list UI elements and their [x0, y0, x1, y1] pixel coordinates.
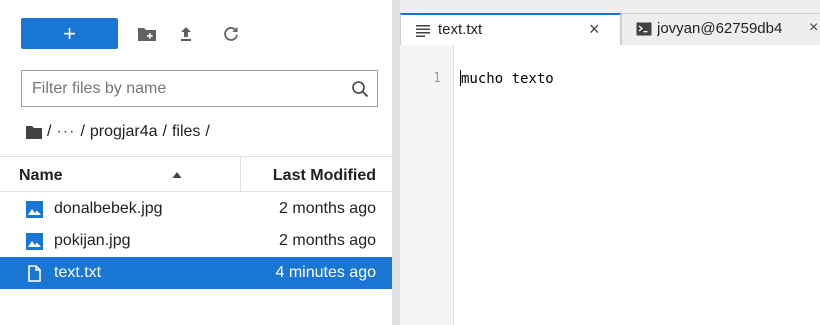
new-launcher-button[interactable]: + [21, 18, 118, 49]
new-folder-icon[interactable] [135, 22, 159, 46]
breadcrumb-segment-progjar4a[interactable]: progjar4a [90, 123, 158, 141]
file-list-header: Name Last Modified [0, 156, 392, 192]
breadcrumb-separator: / [162, 123, 167, 140]
file-name: text.txt [54, 264, 102, 281]
column-header-last-modified[interactable]: Last Modified [273, 167, 376, 185]
file-row-donalbebek[interactable]: donalbebek.jpg 2 months ago [0, 193, 392, 225]
image-file-icon [26, 233, 43, 250]
file-modified: 4 minutes ago [275, 264, 376, 281]
tab-label-clip: jovyan@62759db4 [657, 20, 807, 37]
editor-line-1: mucho texto [461, 71, 554, 87]
file-browser-toolbar: + [0, 0, 392, 54]
line-number: 1 [433, 71, 441, 86]
file-name: pokijan.jpg [54, 232, 131, 249]
breadcrumb-ellipsis[interactable]: ··· [56, 123, 75, 141]
file-row-pokijan[interactable]: pokijan.jpg 2 months ago [0, 225, 392, 257]
breadcrumb: / ··· / progjar4a / files / [25, 121, 215, 143]
close-tab-icon[interactable]: × [589, 19, 600, 40]
breadcrumb-separator: / [80, 123, 85, 140]
file-browser-panel: + / · [0, 0, 392, 325]
column-resize-handle[interactable] [240, 157, 241, 191]
text-file-icon [28, 265, 41, 282]
column-header-name[interactable]: Name [19, 167, 63, 185]
tab-text-txt[interactable]: text.txt × [400, 13, 621, 45]
close-tab-icon[interactable]: × [809, 19, 818, 37]
breadcrumb-separator: / [205, 123, 210, 140]
file-list: donalbebek.jpg 2 months ago pokijan.jpg … [0, 193, 392, 289]
upload-icon[interactable] [174, 22, 198, 46]
search-icon [352, 81, 369, 98]
text-editor-icon [416, 25, 430, 37]
filter-box [21, 70, 378, 107]
tab-terminal[interactable]: jovyan@62759db4 × [621, 13, 820, 45]
sort-ascending-icon[interactable] [172, 171, 182, 179]
panel-splitter[interactable] [392, 0, 400, 325]
breadcrumb-separator: / [47, 123, 52, 140]
file-modified: 2 months ago [279, 200, 376, 217]
line-number-gutter: 1 [400, 45, 454, 325]
folder-home-icon[interactable] [25, 124, 43, 140]
refresh-icon[interactable] [219, 22, 243, 46]
terminal-icon [636, 22, 652, 36]
tab-label: text.txt [438, 21, 483, 38]
breadcrumb-segment-files[interactable]: files [172, 123, 200, 141]
tab-label: jovyan@62759db4 [657, 20, 783, 37]
file-modified: 2 months ago [279, 232, 376, 249]
file-name: donalbebek.jpg [54, 200, 163, 217]
image-file-icon [26, 201, 43, 218]
file-row-text-txt[interactable]: text.txt 4 minutes ago [0, 257, 392, 289]
filter-files-input[interactable] [22, 71, 342, 106]
editor-content[interactable]: mucho texto [460, 70, 554, 87]
document-tab-bar: text.txt × jovyan@62759db4 × [400, 0, 820, 45]
text-editor[interactable]: 1 mucho texto [400, 45, 820, 325]
